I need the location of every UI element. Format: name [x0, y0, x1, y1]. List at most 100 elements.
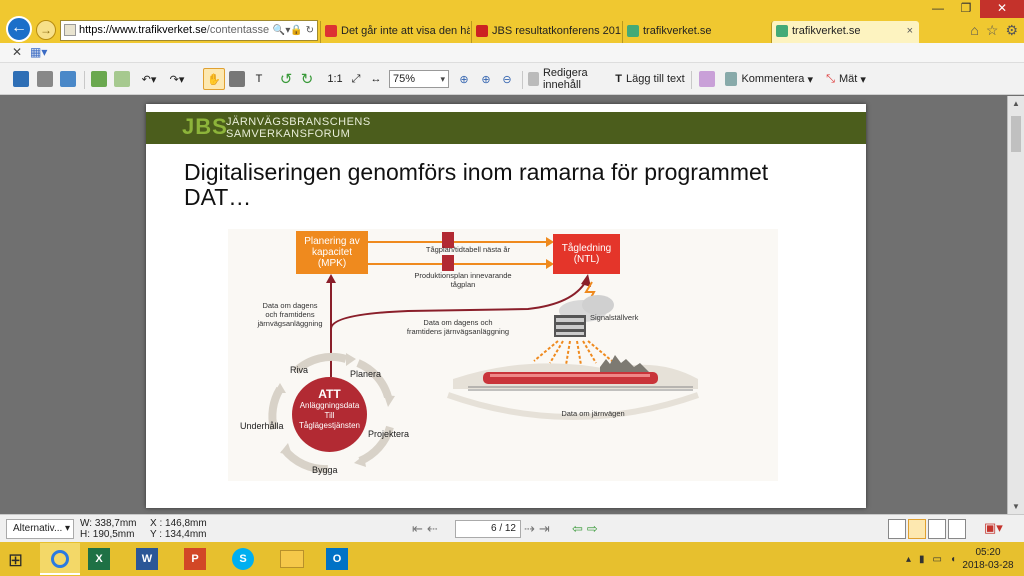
tab-1[interactable]: Det går inte att visa den här sid...: [320, 21, 470, 43]
tab-label: Det går inte att visa den här sid...: [341, 25, 470, 37]
forward-button[interactable]: →: [36, 20, 56, 40]
att-line2: Till: [324, 411, 335, 420]
close-window-icon[interactable]: ✕: [980, 0, 1024, 18]
arrow2-line2: tågplan: [450, 280, 476, 289]
fit-page-icon[interactable]: ⤢: [346, 68, 366, 90]
redo-icon[interactable]: ↷▾: [164, 68, 190, 90]
rotate-left-icon[interactable]: ↺: [276, 68, 296, 90]
rail-data-label: Data om järnvägen: [561, 409, 625, 418]
next-view-icon[interactable]: [111, 68, 133, 90]
view-history-icons[interactable]: ⇦⇨: [572, 521, 602, 537]
zoom-out-icon[interactable]: ⊖: [497, 68, 517, 90]
jbs-logo: JBS: [182, 114, 228, 139]
vertical-scrollbar[interactable]: ▲ ▼: [1007, 96, 1024, 514]
page-nav-right[interactable]: ⇢⇥: [524, 521, 554, 537]
home-icon[interactable]: ⌂: [970, 22, 978, 39]
select-text-icon[interactable]: T: [248, 68, 270, 90]
window-controls: — ❐ ✕: [924, 0, 1024, 18]
page-icon: [64, 24, 76, 36]
zoom-select[interactable]: 75%: [389, 70, 449, 88]
taskbar-word-icon[interactable]: W: [136, 548, 158, 570]
tab-4-active[interactable]: trafikverket.se ×: [771, 21, 919, 43]
clock[interactable]: 05:20 2018-03-28: [962, 546, 1014, 572]
cycle-underhalla: Underhålla: [240, 421, 284, 431]
mode-select[interactable]: Alternativ... ▾: [6, 519, 74, 539]
pdf-statusbar: Alternativ... ▾ W: 338,7mm H: 190,5mm X …: [0, 514, 1024, 542]
actual-size-icon[interactable]: 1:1: [325, 68, 345, 90]
print-icon[interactable]: [34, 68, 56, 90]
address-bar[interactable]: https://www.trafikverket.se/contentasset…: [60, 20, 318, 41]
undo-icon[interactable]: ↶▾: [136, 68, 162, 90]
settings-icon[interactable]: ⚙: [1005, 22, 1018, 39]
tab-label: JBS resultatkonferens 2018 - Tr...: [492, 25, 621, 37]
taskbar-skype-icon[interactable]: S: [232, 548, 254, 570]
annotate-icon[interactable]: [696, 68, 718, 90]
pdf-logo-icon[interactable]: ▣▾: [984, 520, 1003, 536]
scroll-up-icon[interactable]: ▲: [1012, 99, 1020, 108]
single-page-icon[interactable]: [888, 519, 906, 539]
rotate-right-icon[interactable]: ↻: [297, 68, 317, 90]
zoom-in-icon[interactable]: ⊕: [476, 68, 496, 90]
minimize-icon[interactable]: —: [924, 0, 952, 18]
comment-icon: [725, 72, 738, 86]
snapshot-icon[interactable]: [226, 68, 248, 90]
jbs-banner: JBS JÄRNVÄGSBRANSCHENS SAMVERKANSFORUM: [146, 112, 866, 144]
slide-title: Digitaliseringen genomförs inom ramarna …: [184, 159, 769, 210]
tab-2[interactable]: JBS resultatkonferens 2018 - Tr...: [471, 21, 621, 43]
comment-button[interactable]: Kommentera ▾: [724, 68, 814, 90]
save-icon[interactable]: [10, 68, 32, 90]
page-nav-left[interactable]: ⇤⇠: [412, 521, 442, 537]
measure-label: Mät: [838, 73, 858, 85]
address-icons[interactable]: 🔍▾🔒 ↻: [268, 21, 314, 40]
tab-close-icon[interactable]: ×: [907, 21, 913, 41]
taskbar-powerpoint-icon[interactable]: P: [184, 548, 206, 570]
continuous-page-icon[interactable]: [908, 519, 926, 539]
page-number-field[interactable]: 6 / 12: [455, 520, 521, 538]
tab-label: trafikverket.se: [792, 25, 861, 37]
mpk-line1: Planering av: [304, 236, 360, 247]
signal-label: Signalställverk: [590, 313, 639, 322]
clock-date: 2018-03-28: [962, 560, 1014, 571]
cycle-projektera: Projektera: [368, 429, 410, 439]
cursor-readout: X : 146,8mm Y : 134,4mm: [150, 518, 207, 540]
favorites-icon[interactable]: ☆: [986, 22, 999, 39]
prev-view-icon[interactable]: [88, 68, 110, 90]
scroll-thumb[interactable]: [1011, 116, 1021, 152]
size-readout: W: 338,7mm H: 190,5mm: [80, 518, 137, 540]
page-total: / 12: [499, 523, 516, 534]
pdf-toolbar: ↶▾ ↷▾ ✋ T ↺ ↻ 1:1 ⤢ ↔ 75% ⊕ ⊕ ⊖ Redigera…: [0, 63, 1024, 95]
fit-width-icon[interactable]: ↔: [366, 68, 386, 90]
maximize-icon[interactable]: ❐: [952, 0, 980, 18]
tab-3[interactable]: trafikverket.se: [622, 21, 770, 43]
taskbar-explorer-icon[interactable]: [280, 550, 304, 568]
dat-diagram: Planering av kapacitet (MPK) Tågledning …: [228, 229, 778, 481]
tab-favicon-icon: [476, 25, 488, 37]
email-icon[interactable]: [57, 68, 79, 90]
pdf-menu-icon[interactable]: ▦▾: [30, 45, 47, 59]
taskbar-outlook-icon[interactable]: O: [326, 548, 348, 570]
edit-content-icon: [528, 72, 539, 86]
zoom-tool-icon[interactable]: ⊕: [454, 68, 474, 90]
taskbar-ie-icon[interactable]: [40, 543, 80, 575]
facing-page-icon[interactable]: [928, 519, 946, 539]
add-text-button[interactable]: T Lägg till text: [614, 68, 686, 90]
tray-icons[interactable]: ▴▮▭◖: [906, 554, 964, 565]
url-domain: https://www.trafikverket.se: [79, 24, 207, 36]
left-note-line2: och framtidens: [265, 310, 315, 319]
scroll-down-icon[interactable]: ▼: [1012, 502, 1020, 511]
continuous-facing-icon[interactable]: [948, 519, 966, 539]
taskbar: ⊞ X W P S O ▴▮▭◖ 05:20 2018-03-28: [0, 542, 1024, 576]
measure-button[interactable]: ⤡ Mät ▾: [820, 68, 872, 90]
mode-label: Alternativ...: [13, 523, 63, 534]
hand-tool-icon[interactable]: ✋: [203, 68, 225, 90]
close-doc-icon[interactable]: ✕: [12, 45, 22, 59]
att-line1: Anläggningsdata: [299, 401, 360, 410]
back-button[interactable]: ←: [6, 16, 32, 42]
taskbar-excel-icon[interactable]: X: [88, 548, 110, 570]
cycle-bygga: Bygga: [312, 465, 338, 475]
org-name: JÄRNVÄGSBRANSCHENS SAMVERKANSFORUM: [226, 116, 371, 140]
start-icon[interactable]: ⊞: [8, 550, 23, 571]
height-readout: H: 190,5mm: [80, 529, 135, 540]
edit-content-button[interactable]: Redigera innehåll: [527, 67, 611, 91]
x-readout: X : 146,8mm: [150, 518, 207, 529]
